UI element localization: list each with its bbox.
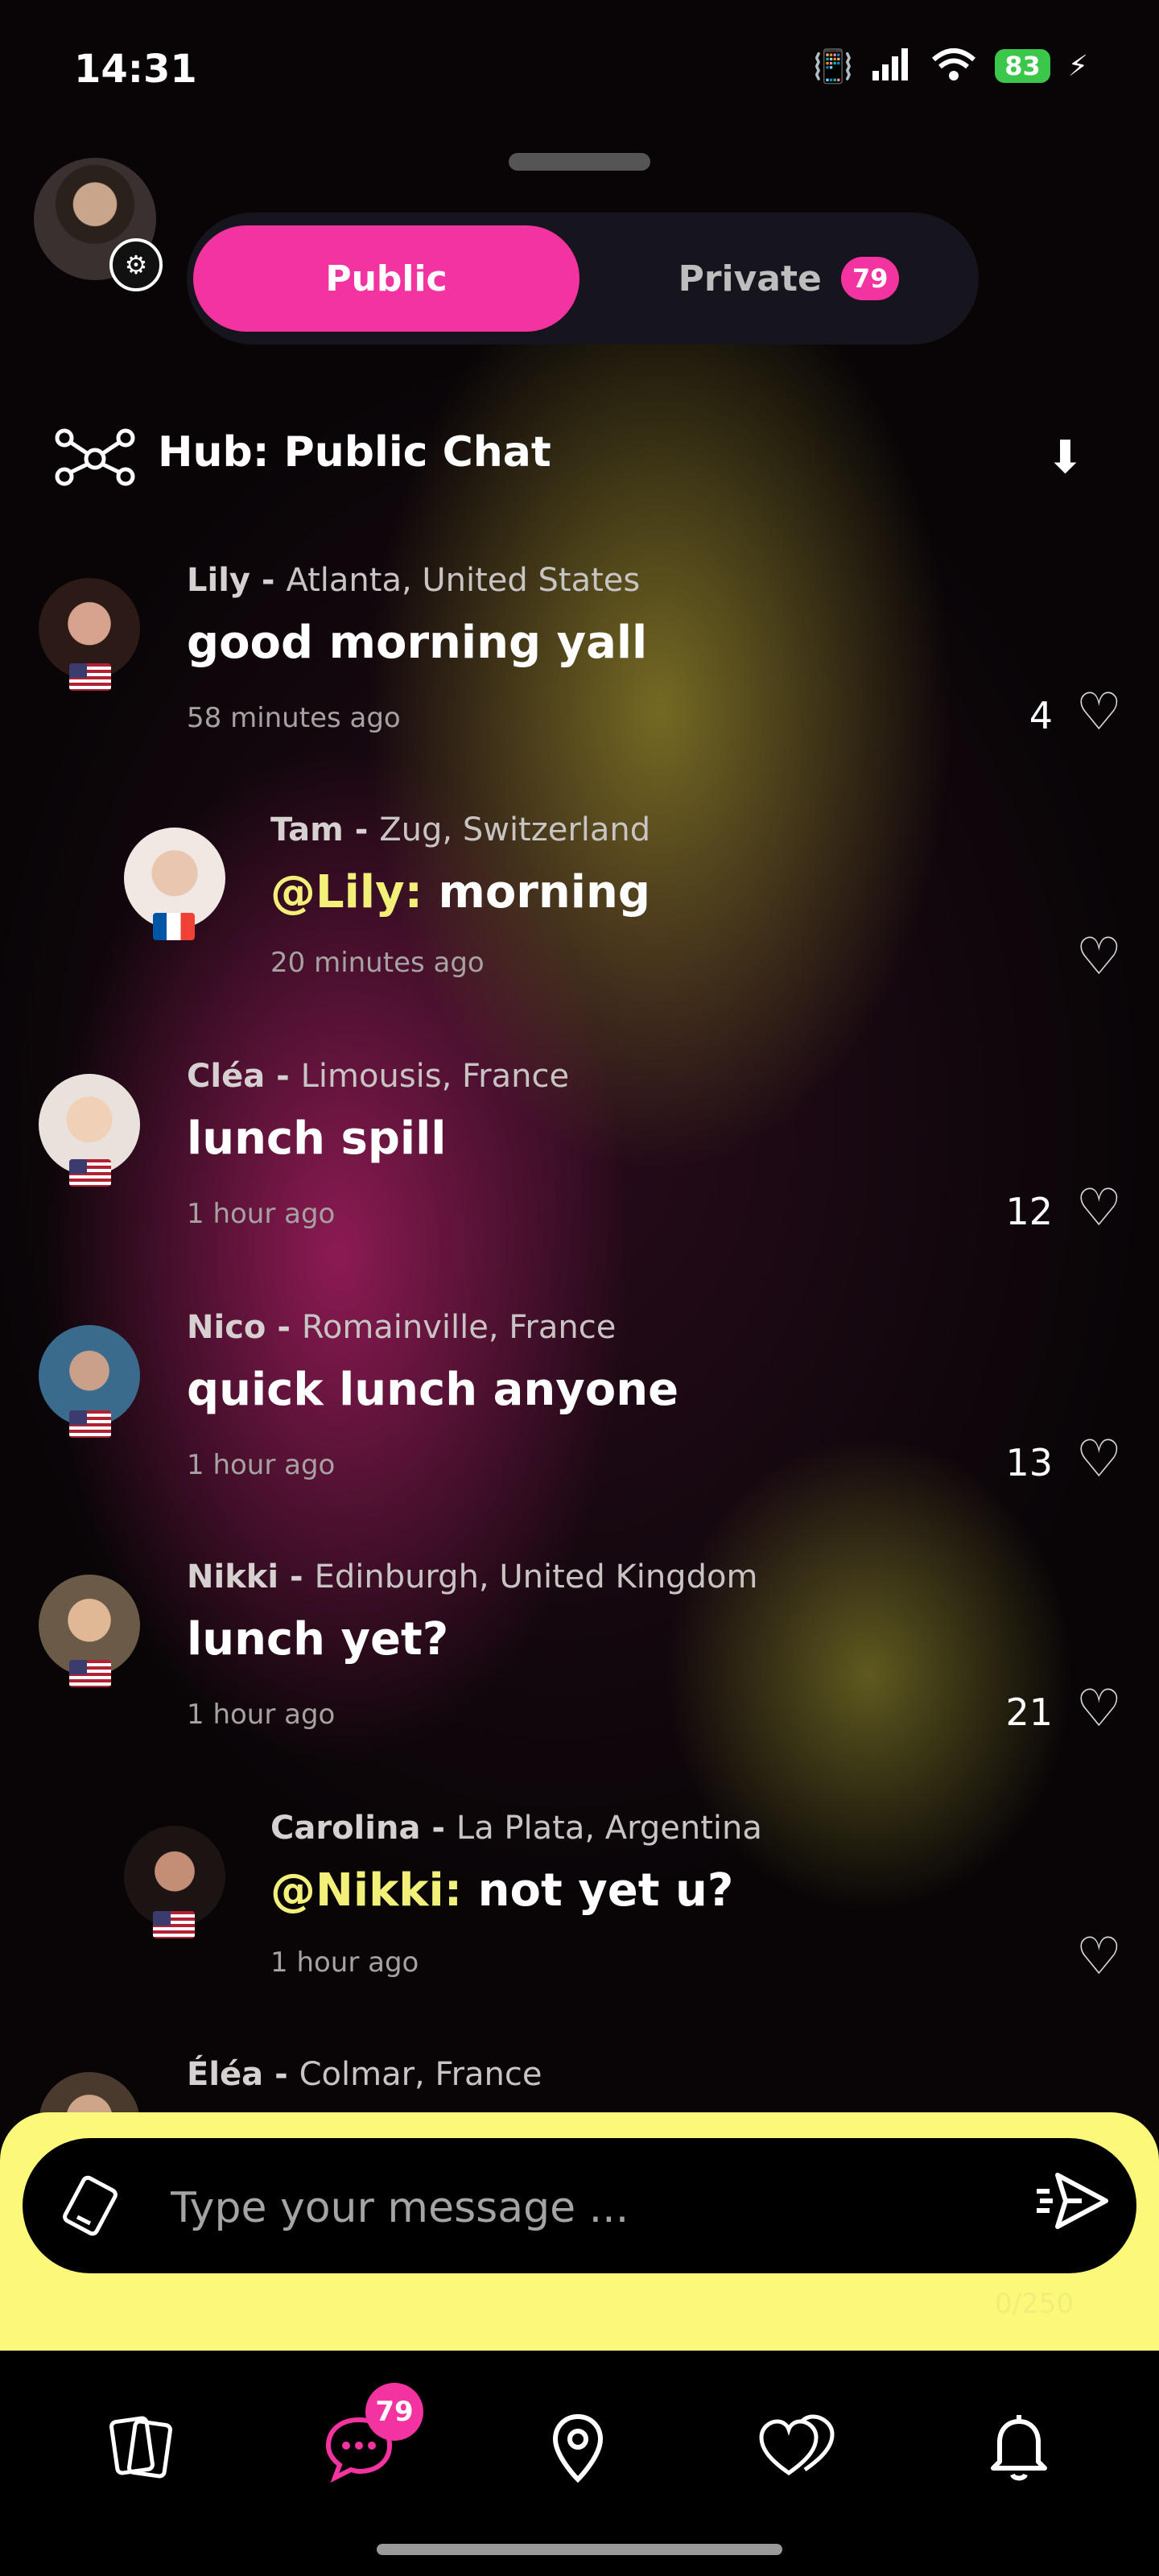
battery-indicator: 83 (995, 49, 1050, 83)
message-time: 58 minutes ago (187, 702, 401, 734)
message-author: Éléa - Colmar, France (187, 2056, 542, 2093)
hub-network-icon (55, 428, 135, 486)
tab-public-label: Public (325, 258, 448, 299)
message-author: Nikki - Edinburgh, United Kingdom (187, 1558, 758, 1596)
message-time: 1 hour ago (187, 1198, 336, 1230)
us-flag-icon (69, 1159, 111, 1187)
hub-title: Hub: Public Chat (158, 428, 551, 477)
like-count: 4 (1029, 694, 1053, 737)
us-flag-icon (153, 1911, 195, 1938)
chat-count-badge: 79 (365, 2383, 423, 2441)
message-time: 1 hour ago (270, 1946, 419, 1979)
heart-icon[interactable]: ♡ (1076, 927, 1122, 987)
like-count: 12 (1005, 1190, 1053, 1233)
hearts-icon[interactable] (757, 2407, 837, 2487)
tab-private[interactable]: Private 79 (612, 225, 966, 332)
message-author: Cléa - Limousis, France (187, 1058, 570, 1095)
message-time: 1 hour ago (187, 1449, 336, 1481)
status-icons: 📳 83 ⚡ (813, 47, 1088, 85)
signal-icon (871, 47, 913, 85)
wifi-icon (930, 47, 977, 85)
home-indicator[interactable] (377, 2544, 782, 2555)
status-time: 14:31 (74, 47, 197, 92)
us-flag-icon (69, 1660, 111, 1687)
message-author: Lily - Atlanta, United States (187, 562, 641, 599)
message-author: Carolina - La Plata, Argentina (270, 1810, 762, 1847)
message-text: good morning yall (187, 617, 648, 669)
like-count: 13 (1005, 1441, 1053, 1484)
scroll-down-arrow-icon[interactable]: ⬇ (1046, 431, 1084, 484)
cards-icon[interactable] (100, 2407, 180, 2487)
message-input[interactable] (169, 2183, 977, 2233)
tab-public[interactable]: Public (193, 225, 580, 332)
charging-icon: ⚡ (1067, 49, 1088, 83)
tab-private-label: Private (678, 258, 822, 299)
private-count-badge: 79 (840, 257, 900, 300)
us-flag-icon (69, 663, 111, 691)
message-text: quick lunch anyone (187, 1364, 679, 1416)
message-text: lunch spill (187, 1113, 447, 1165)
send-icon[interactable] (1033, 2169, 1111, 2233)
vibrate-off-icon: 📳 (813, 47, 854, 85)
like-count: 21 (1005, 1690, 1053, 1734)
drag-handle[interactable] (509, 153, 650, 171)
heart-icon[interactable]: ♡ (1076, 683, 1122, 742)
heart-icon[interactable]: ♡ (1076, 1430, 1122, 1489)
heart-icon[interactable]: ♡ (1076, 1179, 1122, 1238)
bell-icon[interactable] (979, 2407, 1059, 2487)
fr-flag-icon (153, 913, 195, 940)
message-text: @Lily: morning (270, 866, 650, 919)
settings-gear-icon[interactable]: ⚙ (109, 238, 163, 291)
heart-icon[interactable]: ♡ (1076, 1927, 1122, 1987)
message-time: 1 hour ago (187, 1699, 336, 1731)
message-text: lunch yet? (187, 1613, 449, 1666)
heart-icon[interactable]: ♡ (1076, 1679, 1122, 1739)
card-icon[interactable] (58, 2174, 122, 2251)
message-time: 20 minutes ago (270, 947, 485, 979)
us-flag-icon (69, 1410, 111, 1438)
message-author: Tam - Zug, Switzerland (270, 811, 651, 848)
message-text: @Nikki: not yet u? (270, 1864, 734, 1917)
location-pin-icon[interactable] (538, 2407, 618, 2487)
character-count: 0/250 (995, 2288, 1074, 2320)
message-author: Nico - Romainville, France (187, 1309, 617, 1346)
